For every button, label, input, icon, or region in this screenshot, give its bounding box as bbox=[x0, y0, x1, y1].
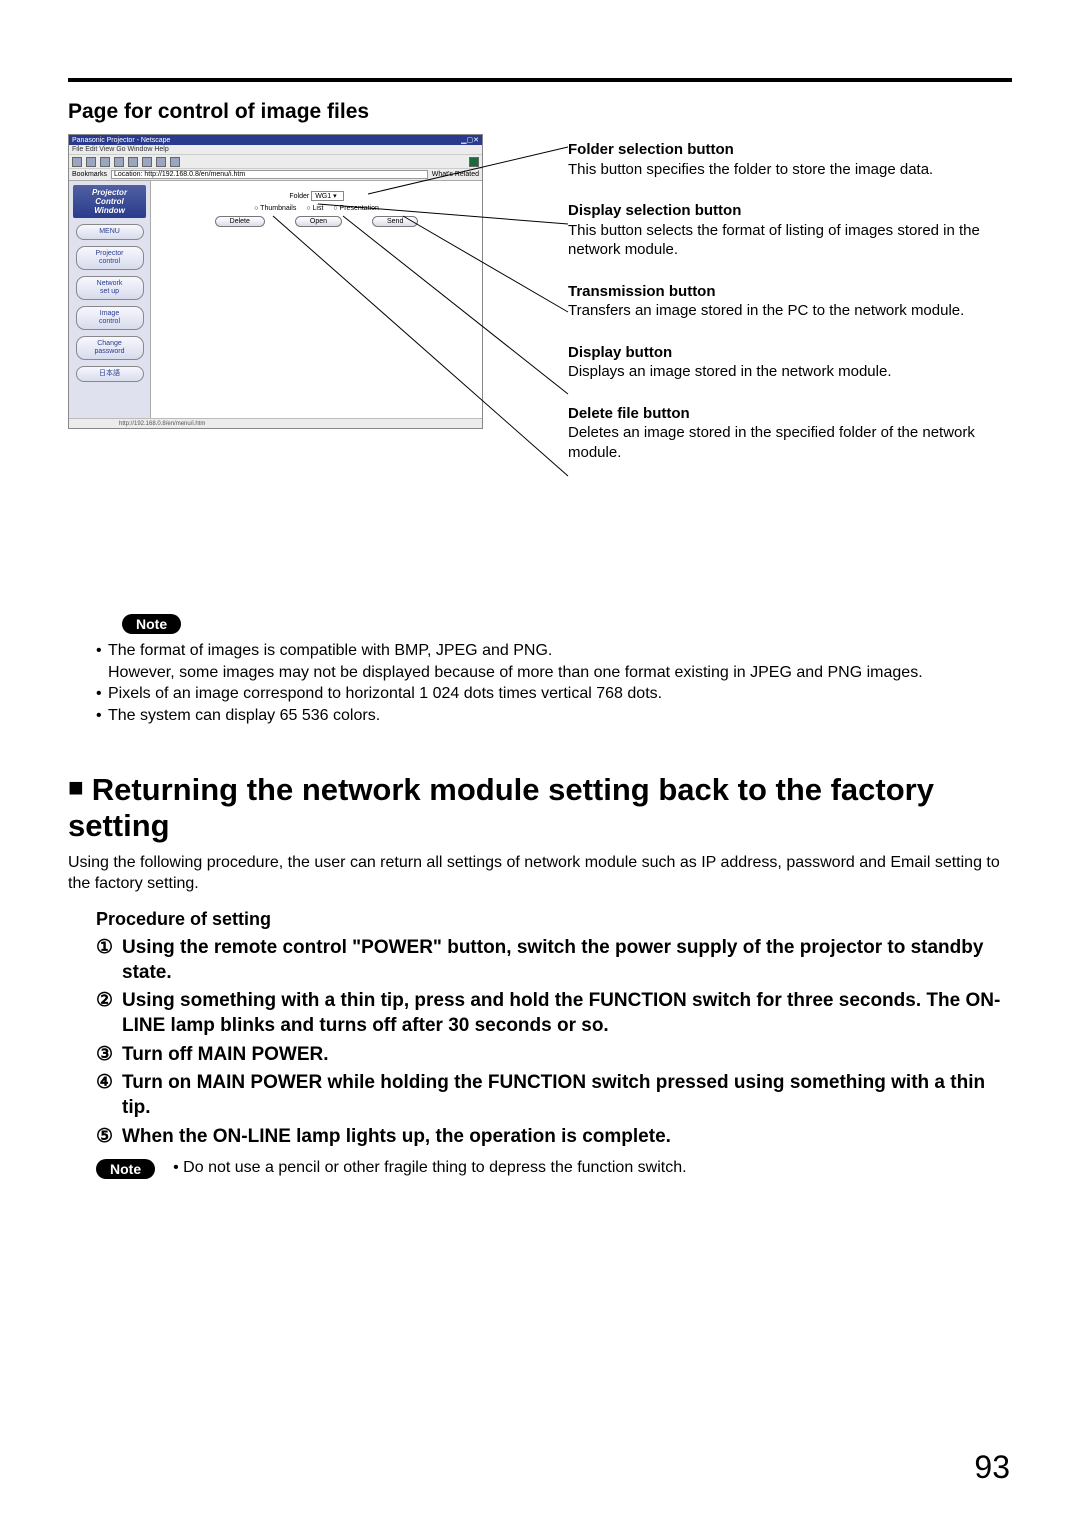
annotation-transmission: Transmission button Transfers an image s… bbox=[568, 282, 998, 321]
square-bullet-icon: ■ bbox=[68, 773, 84, 803]
toolbar-icon bbox=[86, 157, 96, 167]
step-5: ⑤When the ON-LINE lamp lights up, the op… bbox=[96, 1125, 1012, 1150]
delete-button[interactable]: Delete bbox=[215, 216, 265, 227]
note-badge: Note bbox=[96, 1159, 155, 1179]
bookmarks-label: Bookmarks bbox=[72, 171, 107, 178]
window-controls-icon: ▁▢✕ bbox=[461, 136, 479, 144]
note-item: The format of images is compatible with … bbox=[108, 640, 1012, 662]
folder-select[interactable]: WG1 ▾ bbox=[311, 191, 343, 201]
main-heading: ■Returning the network module setting ba… bbox=[68, 772, 1012, 843]
toolbar-icon bbox=[170, 157, 180, 167]
page-number: 93 bbox=[974, 1449, 1010, 1486]
figure-area: Panasonic Projector - Netscape ▁▢✕ File … bbox=[68, 134, 1012, 554]
toolbar-icon bbox=[142, 157, 152, 167]
window-title: Panasonic Projector - Netscape bbox=[72, 137, 170, 144]
location-bar: Bookmarks Location: http://192.168.0.8/e… bbox=[69, 169, 482, 181]
sidebar-item-change-password[interactable]: Change password bbox=[76, 336, 144, 360]
step-1: ①Using the remote control "POWER" button… bbox=[96, 936, 1012, 985]
procedure-title: Procedure of setting bbox=[96, 909, 1012, 930]
note-item: Pixels of an image correspond to horizon… bbox=[108, 683, 1012, 705]
toolbar-icon bbox=[156, 157, 166, 167]
radio-list[interactable]: ○ List bbox=[306, 205, 323, 212]
menubar: File Edit View Go Window Help bbox=[69, 145, 482, 155]
url-field: Location: http://192.168.0.8/en/menu/i.h… bbox=[111, 170, 428, 179]
projector-control-window-label: Projector Control Window bbox=[73, 185, 146, 218]
status-bar: http://192.168.0.8/en/menu/i.htm bbox=[69, 418, 482, 428]
sidebar-item-projector-control[interactable]: Projector control bbox=[76, 246, 144, 270]
step-4: ④Turn on MAIN POWER while holding the FU… bbox=[96, 1071, 1012, 1120]
annotation-delete-file: Delete file button Deletes an image stor… bbox=[568, 404, 998, 463]
sidebar-item-image-control[interactable]: Image control bbox=[76, 306, 144, 330]
note-item-continuation: However, some images may not be displaye… bbox=[108, 664, 923, 681]
step-2: ②Using something with a thin tip, press … bbox=[96, 989, 1012, 1038]
radio-presentation[interactable]: ○ Presentation bbox=[333, 205, 379, 212]
section-title: Page for control of image files bbox=[68, 100, 1012, 124]
annotation-display-selection: Display selection button This button sel… bbox=[568, 201, 998, 260]
annotations: Folder selection button This button spec… bbox=[568, 140, 998, 484]
toolbar-icon bbox=[128, 157, 138, 167]
netscape-logo-icon bbox=[469, 157, 479, 167]
toolbar-icon bbox=[72, 157, 82, 167]
window-titlebar: Panasonic Projector - Netscape ▁▢✕ bbox=[69, 135, 482, 145]
annotation-display: Display button Displays an image stored … bbox=[568, 343, 998, 382]
intro-text: Using the following procedure, the user … bbox=[68, 852, 1012, 895]
note-list: •The format of images is compatible with… bbox=[68, 640, 1012, 726]
sidebar-item-japanese[interactable]: 日本語 bbox=[76, 366, 144, 382]
bottom-note-text: • Do not use a pencil or other fragile t… bbox=[173, 1159, 686, 1177]
annotation-folder-selection: Folder selection button This button spec… bbox=[568, 140, 998, 179]
toolbar-icon bbox=[114, 157, 124, 167]
send-button[interactable]: Send bbox=[372, 216, 418, 227]
note-item: The system can display 65 536 colors. bbox=[108, 705, 1012, 727]
sidebar: Projector Control Window MENU Projector … bbox=[69, 181, 151, 424]
folder-label: Folder bbox=[289, 193, 309, 200]
main-pane: Folder WG1 ▾ ○ Thumbnails ○ List ○ Prese… bbox=[151, 181, 482, 424]
related-label: What's Related bbox=[432, 171, 479, 178]
note-badge: Note bbox=[122, 614, 181, 634]
radio-thumbnails[interactable]: ○ Thumbnails bbox=[254, 205, 296, 212]
open-button[interactable]: Open bbox=[295, 216, 342, 227]
sidebar-item-menu[interactable]: MENU bbox=[76, 224, 144, 240]
browser-window: Panasonic Projector - Netscape ▁▢✕ File … bbox=[68, 134, 483, 429]
toolbar bbox=[69, 155, 482, 169]
sidebar-item-network-setup[interactable]: Network set up bbox=[76, 276, 144, 300]
step-3: ③Turn off MAIN POWER. bbox=[96, 1043, 1012, 1068]
bottom-note: Note • Do not use a pencil or other frag… bbox=[96, 1159, 1012, 1179]
steps: ①Using the remote control "POWER" button… bbox=[96, 936, 1012, 1150]
toolbar-icon bbox=[100, 157, 110, 167]
